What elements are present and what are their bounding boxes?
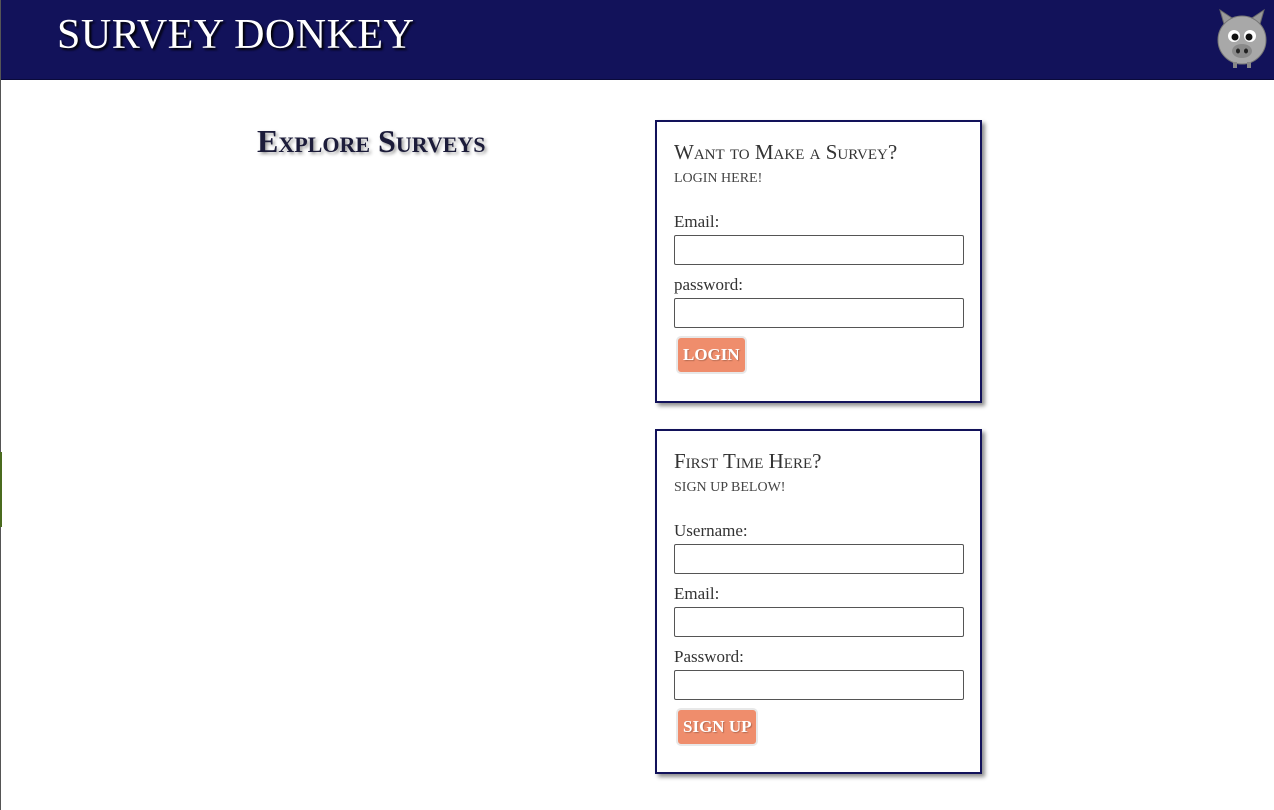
login-button[interactable]: LOGIN <box>676 336 747 374</box>
signup-password-label: Password: <box>674 647 744 666</box>
signup-card: First Time Here? SIGN UP BELOW! Username… <box>655 429 982 774</box>
login-card-title: Want to Make a Survey? <box>674 140 898 164</box>
login-card: Want to Make a Survey? LOGIN HERE! Email… <box>655 120 982 403</box>
login-card-subtitle: LOGIN HERE! <box>674 171 763 186</box>
signup-card-title: First Time Here? <box>674 449 822 473</box>
page: SURVEY DONKEY Explore Surveys Want to Ma… <box>0 0 1274 810</box>
login-password-input[interactable] <box>674 298 964 328</box>
signup-button[interactable]: SIGN UP <box>676 708 759 746</box>
signup-email-input[interactable] <box>674 607 964 637</box>
signup-username-label: Username: <box>674 521 748 540</box>
brand-title[interactable]: SURVEY DONKEY <box>57 10 414 60</box>
signup-email-label: Email: <box>674 584 720 603</box>
top-navbar: SURVEY DONKEY <box>1 0 1274 80</box>
login-email-label: Email: <box>674 212 720 231</box>
signup-card-subtitle: SIGN UP BELOW! <box>674 480 786 495</box>
explore-surveys-heading: Explore Surveys <box>257 123 486 159</box>
login-password-label: password: <box>674 275 743 294</box>
signup-username-input[interactable] <box>674 544 964 574</box>
login-email-input[interactable] <box>674 235 964 265</box>
signup-password-input[interactable] <box>674 670 964 700</box>
edge-marker <box>0 452 2 527</box>
donkey-icon[interactable] <box>1215 6 1269 70</box>
